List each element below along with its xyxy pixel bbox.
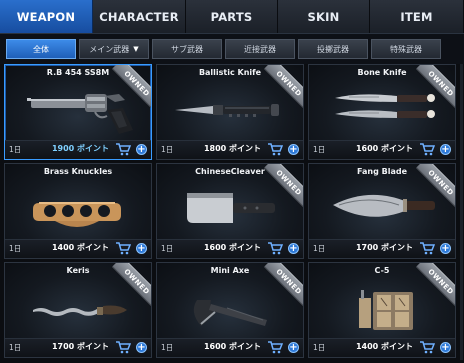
add-button[interactable]: +	[440, 342, 451, 353]
rental-duration: 1日	[313, 145, 326, 154]
tab-skin[interactable]: SKIN	[278, 0, 370, 33]
item-price: 1600 ポイント	[355, 144, 413, 153]
item-card[interactable]: Mini Axe OWNED 1日 1600 ポイント +	[156, 262, 304, 358]
filter-label: 全体	[33, 44, 49, 54]
item-footer: 1日 1800 ポイント +	[157, 140, 303, 159]
item-footer: 1日 1400 ポイント +	[309, 338, 455, 357]
rental-duration: 1日	[313, 343, 326, 352]
item-card[interactable]: Brass Knuckles 1日 1400 ポイント +	[4, 163, 152, 259]
c5-explosive-icon	[359, 290, 413, 330]
item-card[interactable]: R.B 454 SS8M OWNED 1日 1900 ポイント +	[4, 64, 152, 160]
mini-axe-icon	[193, 300, 267, 326]
add-button[interactable]: +	[288, 144, 299, 155]
filter-label: 投擲武器	[317, 44, 349, 54]
rental-duration: 1日	[161, 145, 174, 154]
item-price: 1600 ポイント	[203, 243, 261, 252]
rental-duration: 1日	[313, 244, 326, 253]
item-footer: 1日 1700 ポイント +	[309, 239, 455, 258]
item-footer: 1日 1400 ポイント +	[5, 239, 151, 258]
item-footer: 1日 1600 ポイント +	[157, 239, 303, 258]
scrollbar[interactable]	[460, 64, 463, 360]
rental-duration: 1日	[161, 244, 174, 253]
item-card[interactable]: C-5 OWNED 1日 1400 ポイント +	[308, 262, 456, 358]
item-price: 1800 ポイント	[203, 144, 261, 153]
keris-icon	[33, 305, 127, 316]
filter-melee-weapon[interactable]: 近接武器	[225, 39, 295, 59]
main-tab-bar: WEAPON CHARACTER PARTS SKIN ITEM	[0, 0, 464, 34]
add-button[interactable]: +	[440, 144, 451, 155]
cart-icon[interactable]	[420, 242, 435, 255]
item-card[interactable]: Fang Blade OWNED 1日 1700 ポイント +	[308, 163, 456, 259]
item-card[interactable]: Ballistic Knife OWNED 1日 1800 ポイント +	[156, 64, 304, 160]
item-price: 1600 ポイント	[203, 342, 261, 351]
category-filter-bar: 全体 メイン武器 ▼ サブ武器 近接武器 投擲武器 特殊武器	[0, 34, 464, 64]
bone-knife-icon	[335, 94, 435, 118]
add-button[interactable]: +	[136, 342, 147, 353]
fang-blade-icon	[333, 194, 435, 217]
filter-sub-weapon[interactable]: サブ武器	[152, 39, 222, 59]
cart-icon[interactable]	[268, 242, 283, 255]
cleaver-icon	[187, 193, 275, 223]
tab-character[interactable]: CHARACTER	[93, 0, 186, 33]
cart-icon[interactable]	[420, 143, 435, 156]
filter-label: メイン武器	[89, 44, 130, 54]
add-button[interactable]: +	[136, 144, 147, 155]
item-footer: 1日 1900 ポイント +	[5, 140, 151, 159]
add-button[interactable]: +	[288, 342, 299, 353]
cart-icon[interactable]	[420, 341, 435, 354]
ballistic-knife-icon	[175, 104, 279, 117]
rental-duration: 1日	[9, 343, 22, 352]
filter-throwing-weapon[interactable]: 投擲武器	[298, 39, 368, 59]
item-name: Brass Knuckles	[43, 167, 113, 176]
item-footer: 1日 1600 ポイント +	[157, 338, 303, 357]
rental-duration: 1日	[9, 244, 22, 253]
rental-duration: 1日	[161, 343, 174, 352]
cart-icon[interactable]	[268, 143, 283, 156]
filter-main-weapon[interactable]: メイン武器 ▼	[79, 39, 149, 59]
item-card[interactable]: Keris OWNED 1日 1700 ポイント +	[4, 262, 152, 358]
chevron-down-icon: ▼	[133, 45, 139, 53]
tab-weapon[interactable]: WEAPON	[0, 0, 93, 33]
revolver-icon	[27, 94, 133, 134]
filter-label: サブ武器	[171, 44, 203, 54]
tab-item[interactable]: ITEM	[370, 0, 464, 33]
item-grid: R.B 454 SS8M OWNED 1日 1900 ポイント + Ballis…	[4, 64, 456, 358]
add-button[interactable]: +	[288, 243, 299, 254]
add-button[interactable]: +	[136, 243, 147, 254]
filter-all[interactable]: 全体	[6, 39, 76, 59]
item-price: 1700 ポイント	[51, 342, 109, 351]
filter-label: 近接武器	[244, 44, 276, 54]
cart-icon[interactable]	[268, 341, 283, 354]
item-footer: 1日 1600 ポイント +	[309, 140, 455, 159]
item-price: 1900 ポイント	[51, 144, 109, 153]
filter-special-weapon[interactable]: 特殊武器	[371, 39, 441, 59]
item-price: 1700 ポイント	[355, 243, 413, 252]
item-footer: 1日 1700 ポイント +	[5, 338, 151, 357]
item-card[interactable]: ChineseCleaver OWNED 1日 1600 ポイント +	[156, 163, 304, 259]
brass-knuckles-icon	[33, 202, 121, 227]
cart-icon[interactable]	[116, 143, 131, 156]
item-price: 1400 ポイント	[51, 243, 109, 252]
tab-parts[interactable]: PARTS	[186, 0, 278, 33]
cart-icon[interactable]	[116, 341, 131, 354]
add-button[interactable]: +	[440, 243, 451, 254]
filter-label: 特殊武器	[390, 44, 422, 54]
rental-duration: 1日	[9, 145, 22, 154]
item-card[interactable]: Bone Knife OWNED 1日 1600 ポイント +	[308, 64, 456, 160]
item-price: 1400 ポイント	[355, 342, 413, 351]
cart-icon[interactable]	[116, 242, 131, 255]
